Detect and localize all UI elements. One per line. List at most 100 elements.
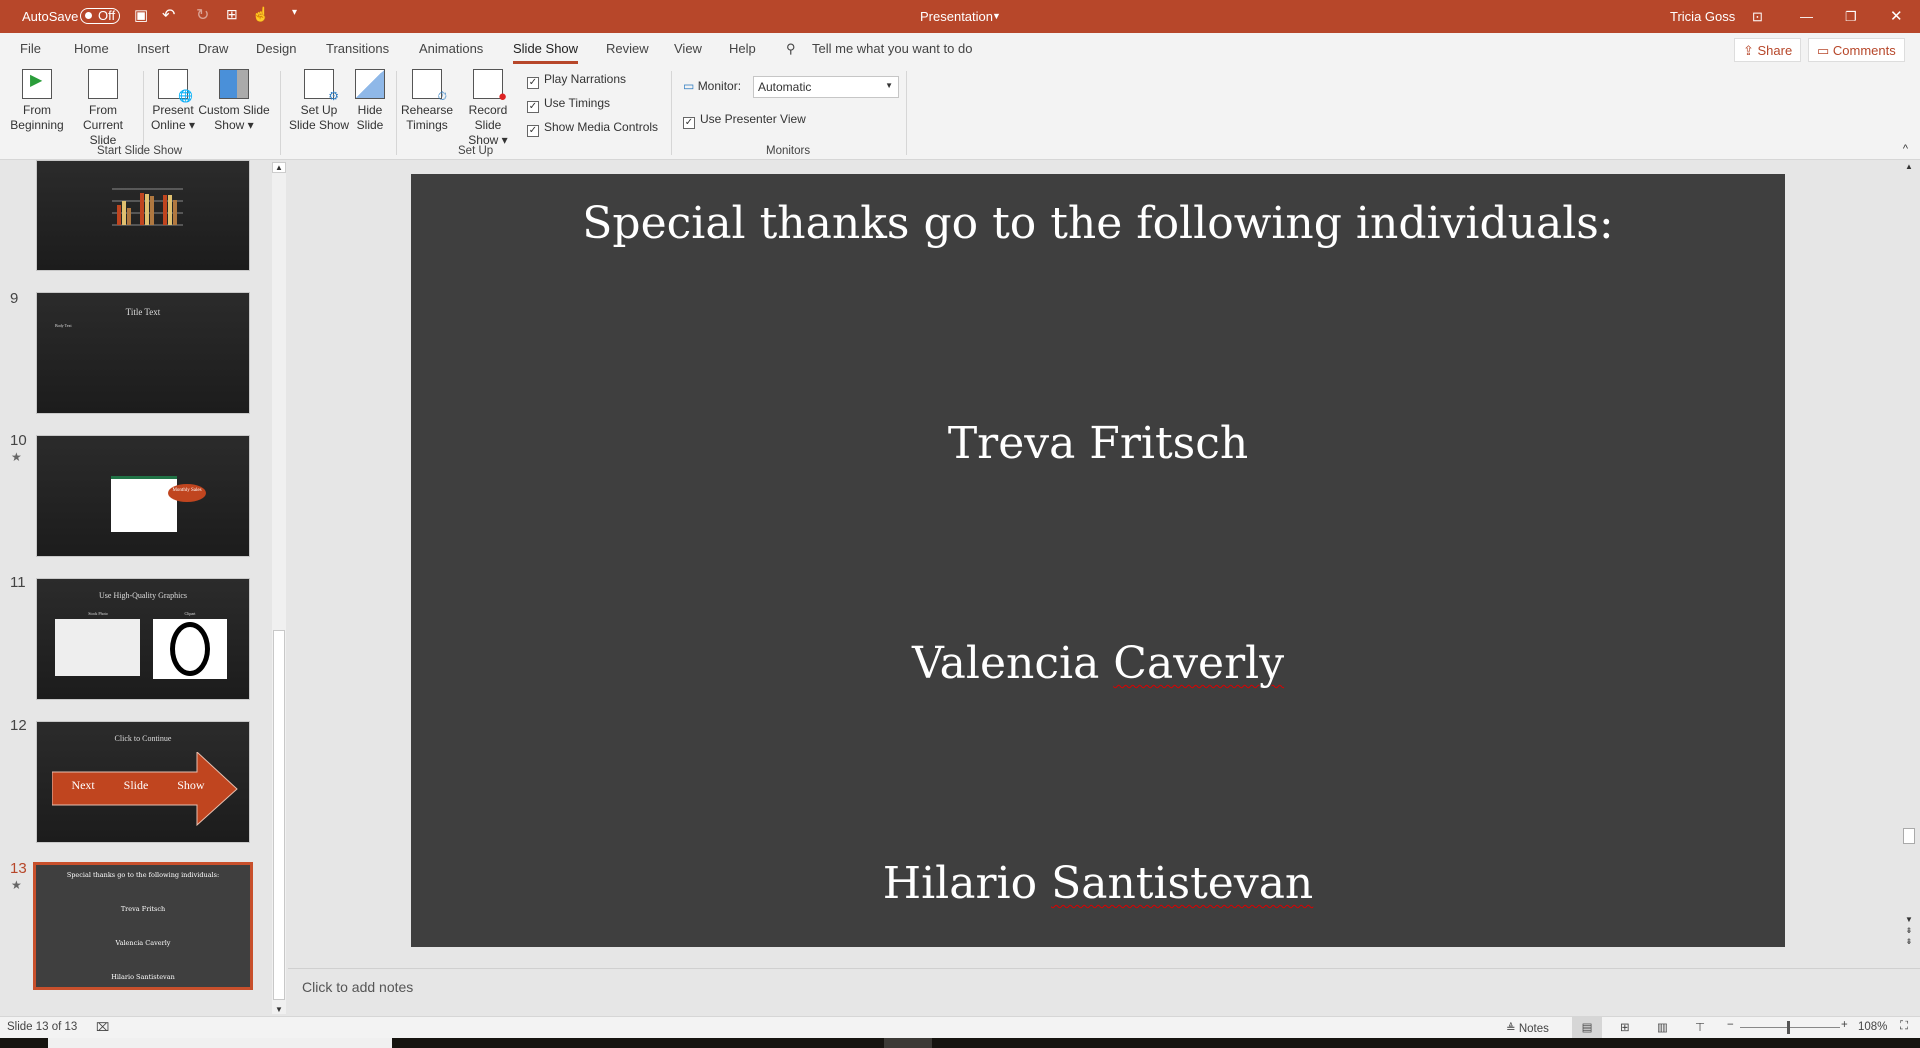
- next-slide-icon[interactable]: ▼ ⇟ ⇟: [1902, 914, 1916, 947]
- scroll-down-icon[interactable]: ▼: [272, 1005, 286, 1014]
- reading-view-icon[interactable]: ▥: [1657, 1020, 1668, 1034]
- monitor-label: ▭ Monitor:: [683, 79, 741, 93]
- tab-transitions[interactable]: Transitions: [326, 41, 389, 56]
- slide-title[interactable]: Special thanks go to the following indiv…: [411, 198, 1785, 249]
- touch-mode-icon[interactable]: ☝: [252, 6, 269, 23]
- tell-me-search[interactable]: Tell me what you want to do: [812, 41, 972, 56]
- slide-name-3[interactable]: Hilario Santistevan: [411, 858, 1785, 909]
- collapse-ribbon-icon[interactable]: ^: [1903, 143, 1908, 155]
- label: Present: [152, 103, 194, 117]
- custom-slide-show-button[interactable]: Custom Slide Show ▾: [198, 69, 270, 133]
- slide-thumbnail-11[interactable]: Use High-Quality Graphics Stock Photo Cl…: [36, 578, 250, 700]
- minimize-icon[interactable]: —: [1800, 9, 1813, 24]
- slide-canvas[interactable]: Special thanks go to the following indiv…: [411, 174, 1785, 947]
- zoom-out-button[interactable]: −: [1727, 1019, 1734, 1031]
- normal-view-icon[interactable]: ▤: [1572, 1017, 1602, 1038]
- group-label: Start Slide Show: [97, 145, 183, 157]
- scroll-up-icon[interactable]: ▲: [1902, 162, 1916, 171]
- set-up-slide-show-button[interactable]: ⚙ Set Up Slide Show: [286, 69, 352, 133]
- autosave-toggle[interactable]: Off: [80, 8, 120, 24]
- notes-pane[interactable]: Click to add notes: [288, 968, 1920, 1006]
- slide-thumbnail-9[interactable]: Title Text Body Text: [36, 292, 250, 414]
- restore-icon[interactable]: ❐: [1845, 9, 1857, 25]
- arrow-text: Show: [177, 778, 205, 792]
- chevron-down-icon: ▼: [992, 11, 1001, 21]
- tab-view[interactable]: View: [674, 41, 702, 56]
- group-label: Monitors: [766, 145, 811, 157]
- scrollbar-thumb[interactable]: [1903, 828, 1915, 844]
- label: Rehearse: [400, 103, 454, 117]
- monitor-dropdown[interactable]: Automatic ▼: [753, 76, 899, 98]
- slide-name-2[interactable]: Valencia Caverly: [411, 638, 1785, 689]
- slide-name-2-text: Valencia Caverly: [911, 638, 1285, 689]
- taskbar-item[interactable]: [884, 1038, 932, 1048]
- save-icon[interactable]: ▣: [134, 6, 148, 24]
- start-from-beginning-icon[interactable]: ⊞: [226, 6, 238, 23]
- chart-thumbnail: [112, 188, 183, 226]
- thumb-name: Hilario Santistevan: [111, 973, 175, 981]
- spelling-icon[interactable]: ⌧: [96, 1020, 109, 1034]
- caption: Clipart: [184, 611, 196, 616]
- label: Slide: [356, 118, 384, 132]
- hide-slide-button[interactable]: Hide Slide: [354, 69, 386, 133]
- ribbon-tabs: File Home Insert Draw Design Transitions…: [0, 33, 1920, 65]
- zoom-level[interactable]: 108%: [1858, 1021, 1887, 1033]
- close-icon[interactable]: ✕: [1890, 7, 1903, 25]
- slide-name-3-text: Hilario Santistevan: [882, 858, 1314, 909]
- customize-toolbar-icon[interactable]: ▾: [292, 7, 297, 18]
- comments-button[interactable]: ▭ Comments: [1808, 38, 1905, 62]
- use-timings-checkbox[interactable]: ✓ Use Timings: [527, 96, 610, 113]
- rehearse-timings-button[interactable]: ⏱ Rehearse Timings: [400, 69, 454, 133]
- undo-icon[interactable]: ↶: [162, 5, 175, 25]
- label: Current Slide: [82, 118, 123, 147]
- slide-thumbnail-12[interactable]: Click to Continue Next Slide Show: [36, 721, 250, 843]
- tab-help[interactable]: Help: [729, 41, 756, 56]
- from-beginning-button[interactable]: ▶ From Beginning: [8, 69, 66, 133]
- present-online-button[interactable]: 🌐 Present Online ▾: [148, 69, 198, 133]
- checkmark-icon: ✓: [527, 77, 539, 89]
- thumbnail-scrollbar[interactable]: ▲ ▼: [272, 162, 286, 1014]
- slide-show-view-icon[interactable]: ⊤: [1695, 1020, 1705, 1034]
- use-presenter-view-checkbox[interactable]: ✓ Use Presenter View: [683, 112, 806, 129]
- taskbar-item[interactable]: [48, 1038, 392, 1048]
- tab-slide-show[interactable]: Slide Show: [513, 41, 579, 64]
- spelling-error-word: Santistevan: [1051, 858, 1314, 909]
- label: Online: [150, 118, 186, 132]
- tab-design[interactable]: Design: [256, 41, 296, 56]
- user-name[interactable]: Tricia Goss: [1670, 9, 1735, 24]
- slide-scrollbar[interactable]: ▲ ▼ ⇟ ⇟: [1902, 162, 1916, 947]
- slide-thumbnail-10[interactable]: Monthly Sales: [36, 435, 250, 557]
- zoom-slider-thumb[interactable]: [1787, 1021, 1790, 1034]
- divider: [143, 71, 144, 155]
- scrollbar-thumb[interactable]: [273, 630, 285, 1000]
- ribbon-display-icon[interactable]: ⊡: [1752, 9, 1763, 25]
- tab-home[interactable]: Home: [74, 41, 109, 56]
- thumb-name: Treva Fritsch: [120, 905, 166, 913]
- notes-placeholder[interactable]: Click to add notes: [302, 979, 413, 995]
- redo-icon[interactable]: ↻: [196, 5, 209, 25]
- document-title[interactable]: Presentation: [920, 9, 993, 24]
- tab-file[interactable]: File: [20, 41, 41, 56]
- slide-name-1[interactable]: Treva Fritsch: [411, 418, 1785, 469]
- tab-insert[interactable]: Insert: [137, 41, 170, 56]
- thumb-title: Title Text: [125, 307, 161, 317]
- notes-button[interactable]: ≜ Notes: [1506, 1021, 1549, 1035]
- tab-draw[interactable]: Draw: [198, 41, 228, 56]
- slide-thumbnail-8[interactable]: [36, 160, 250, 271]
- show-media-controls-checkbox[interactable]: ✓ Show Media Controls: [527, 120, 658, 137]
- tab-animations[interactable]: Animations: [419, 41, 483, 56]
- label: Record Slide: [468, 103, 508, 132]
- slide-thumbnail-13-selected[interactable]: Special thanks go to the following indiv…: [33, 862, 253, 990]
- play-narrations-checkbox[interactable]: ✓ Play Narrations: [527, 72, 626, 89]
- zoom-in-button[interactable]: +: [1841, 1019, 1848, 1031]
- from-current-slide-button[interactable]: From Current Slide: [68, 69, 138, 148]
- tab-review[interactable]: Review: [606, 41, 649, 56]
- zoom-slider[interactable]: [1740, 1021, 1840, 1034]
- scroll-up-icon[interactable]: ▲: [272, 162, 286, 173]
- slide-sorter-icon[interactable]: ⊞: [1620, 1020, 1630, 1034]
- fit-to-window-icon[interactable]: ⛶: [1900, 1020, 1908, 1033]
- monitor-icon: ▭: [683, 79, 695, 93]
- share-button[interactable]: ⇪ Share: [1734, 38, 1802, 62]
- label: Beginning: [10, 118, 64, 132]
- record-slide-show-button[interactable]: ● Record Slide Show ▾: [454, 69, 522, 148]
